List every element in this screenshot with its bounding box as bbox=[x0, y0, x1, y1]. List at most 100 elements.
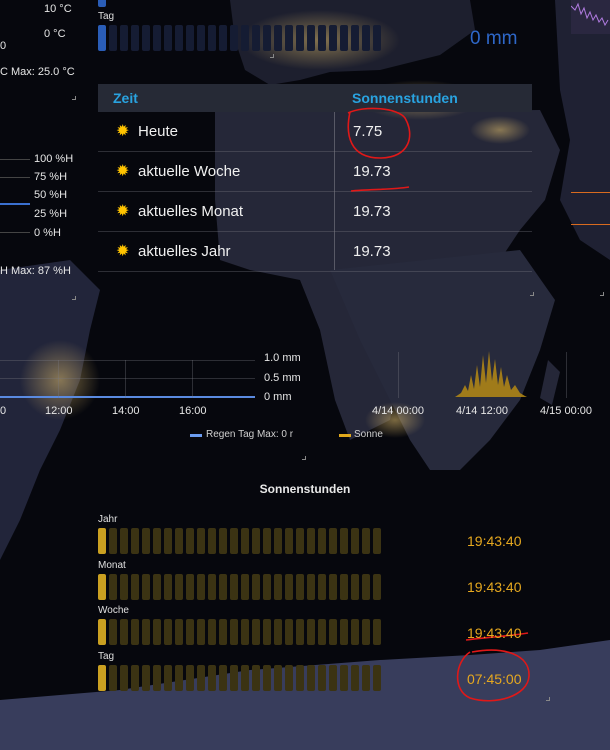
bar-segment-empty bbox=[219, 665, 227, 691]
bar-segment-empty bbox=[263, 528, 271, 554]
bar-segment-empty bbox=[362, 528, 370, 554]
annotation-underline bbox=[350, 186, 410, 192]
bar-segment-empty bbox=[109, 665, 117, 691]
bar-segment-empty bbox=[252, 619, 260, 645]
bar-segment-empty bbox=[340, 574, 348, 600]
bar-segment-empty bbox=[197, 528, 205, 554]
bar-segment-empty bbox=[252, 665, 260, 691]
bar-segment-empty bbox=[142, 619, 150, 645]
bar-segment-empty bbox=[241, 665, 249, 691]
bar-segment-empty bbox=[318, 619, 326, 645]
row-label-woche: Woche bbox=[98, 605, 129, 616]
legend-sonne[interactable]: Sonne bbox=[354, 429, 383, 440]
bar-segment-empty bbox=[164, 619, 172, 645]
time-jahr: 19:43:40 bbox=[467, 533, 522, 549]
bar-segment-empty bbox=[285, 574, 293, 600]
bar-segment-empty bbox=[197, 665, 205, 691]
bar-segment-filled bbox=[98, 665, 106, 691]
bar-segment-empty bbox=[274, 574, 282, 600]
annotation-circle bbox=[347, 107, 411, 159]
rain-line bbox=[0, 396, 255, 398]
bar-segment-empty bbox=[373, 574, 381, 600]
bar-segment-filled bbox=[98, 528, 106, 554]
bar-segment-empty bbox=[263, 574, 271, 600]
sun-bar-woche bbox=[98, 619, 381, 645]
bar-segment-empty bbox=[164, 665, 172, 691]
bar-segment-empty bbox=[241, 574, 249, 600]
row-label-jahr: Jahr bbox=[98, 514, 118, 525]
bar-segment-empty bbox=[362, 665, 370, 691]
bar-segment-empty bbox=[186, 528, 194, 554]
bar-segment-empty bbox=[362, 619, 370, 645]
bar-segment-empty bbox=[153, 574, 161, 600]
rain-xtick: 16:00 bbox=[179, 405, 207, 417]
bar-segment-empty bbox=[351, 574, 359, 600]
bar-segment-empty bbox=[230, 574, 238, 600]
bar-segment-empty bbox=[131, 528, 139, 554]
bar-segment-empty bbox=[318, 574, 326, 600]
bar-segment-empty bbox=[307, 528, 315, 554]
bar-segment-empty bbox=[329, 619, 337, 645]
bar-segment-empty bbox=[175, 665, 183, 691]
bar-segment-empty bbox=[329, 665, 337, 691]
bar-segment-empty bbox=[307, 574, 315, 600]
bar-segment-empty bbox=[285, 528, 293, 554]
rain-xtick: 14:00 bbox=[112, 405, 140, 417]
bar-segment-empty bbox=[285, 619, 293, 645]
section-title: Sonnenstunden bbox=[0, 482, 610, 496]
bar-segment-empty bbox=[186, 665, 194, 691]
bar-segment-filled bbox=[98, 574, 106, 600]
bar-segment-empty bbox=[274, 528, 282, 554]
row-label-tag: Tag bbox=[98, 651, 115, 662]
bar-segment-empty bbox=[329, 528, 337, 554]
sun-vgrid bbox=[566, 352, 567, 398]
bar-segment-empty bbox=[263, 665, 271, 691]
sun-xtick: 4/15 00:00 bbox=[540, 405, 592, 417]
bar-segment-empty bbox=[230, 665, 238, 691]
sun-vgrid bbox=[398, 352, 399, 398]
bar-segment-empty bbox=[142, 665, 150, 691]
bar-segment-empty bbox=[153, 528, 161, 554]
bar-segment-empty bbox=[274, 665, 282, 691]
bar-segment-empty bbox=[285, 665, 293, 691]
legend-swatch-sonne bbox=[339, 434, 351, 437]
bar-segment-empty bbox=[351, 665, 359, 691]
bar-segment-empty bbox=[307, 665, 315, 691]
resize-handle[interactable] bbox=[302, 456, 306, 460]
bar-segment-empty bbox=[175, 574, 183, 600]
bar-segment-empty bbox=[263, 619, 271, 645]
bar-segment-empty bbox=[153, 665, 161, 691]
bar-segment-empty bbox=[296, 528, 304, 554]
bar-segment-empty bbox=[109, 574, 117, 600]
section-title-text: Sonnenstunden bbox=[259, 482, 351, 496]
bar-segment-empty bbox=[241, 528, 249, 554]
bar-segment-empty bbox=[318, 528, 326, 554]
bar-segment-empty bbox=[362, 574, 370, 600]
bar-segment-empty bbox=[296, 665, 304, 691]
bar-segment-empty bbox=[120, 665, 128, 691]
bar-segment-empty bbox=[120, 528, 128, 554]
bar-segment-empty bbox=[164, 574, 172, 600]
resize-handle[interactable] bbox=[546, 697, 550, 701]
sun-xtick: 4/14 00:00 bbox=[372, 405, 424, 417]
row-label-monat: Monat bbox=[98, 560, 126, 571]
bar-segment-empty bbox=[219, 528, 227, 554]
bar-segment-empty bbox=[351, 528, 359, 554]
bar-segment-empty bbox=[373, 665, 381, 691]
sun-xtick: 4/14 12:00 bbox=[456, 405, 508, 417]
bar-segment-empty bbox=[219, 619, 227, 645]
legend-regen-tag[interactable]: Regen Tag Max: 0 r bbox=[206, 429, 302, 440]
bar-segment-empty bbox=[131, 574, 139, 600]
bar-segment-empty bbox=[230, 619, 238, 645]
bar-segment-empty bbox=[120, 574, 128, 600]
bar-segment-empty bbox=[230, 528, 238, 554]
rain-vgrid bbox=[58, 360, 59, 398]
time-woche: 19:43:40 bbox=[467, 625, 522, 641]
bar-segment-empty bbox=[340, 619, 348, 645]
rain-gridline bbox=[0, 378, 255, 379]
rain-gridline bbox=[0, 360, 255, 361]
bar-segment-empty bbox=[175, 528, 183, 554]
bar-segment-empty bbox=[252, 574, 260, 600]
time-tag: 07:45:00 bbox=[467, 671, 522, 687]
bar-segment-empty bbox=[197, 574, 205, 600]
